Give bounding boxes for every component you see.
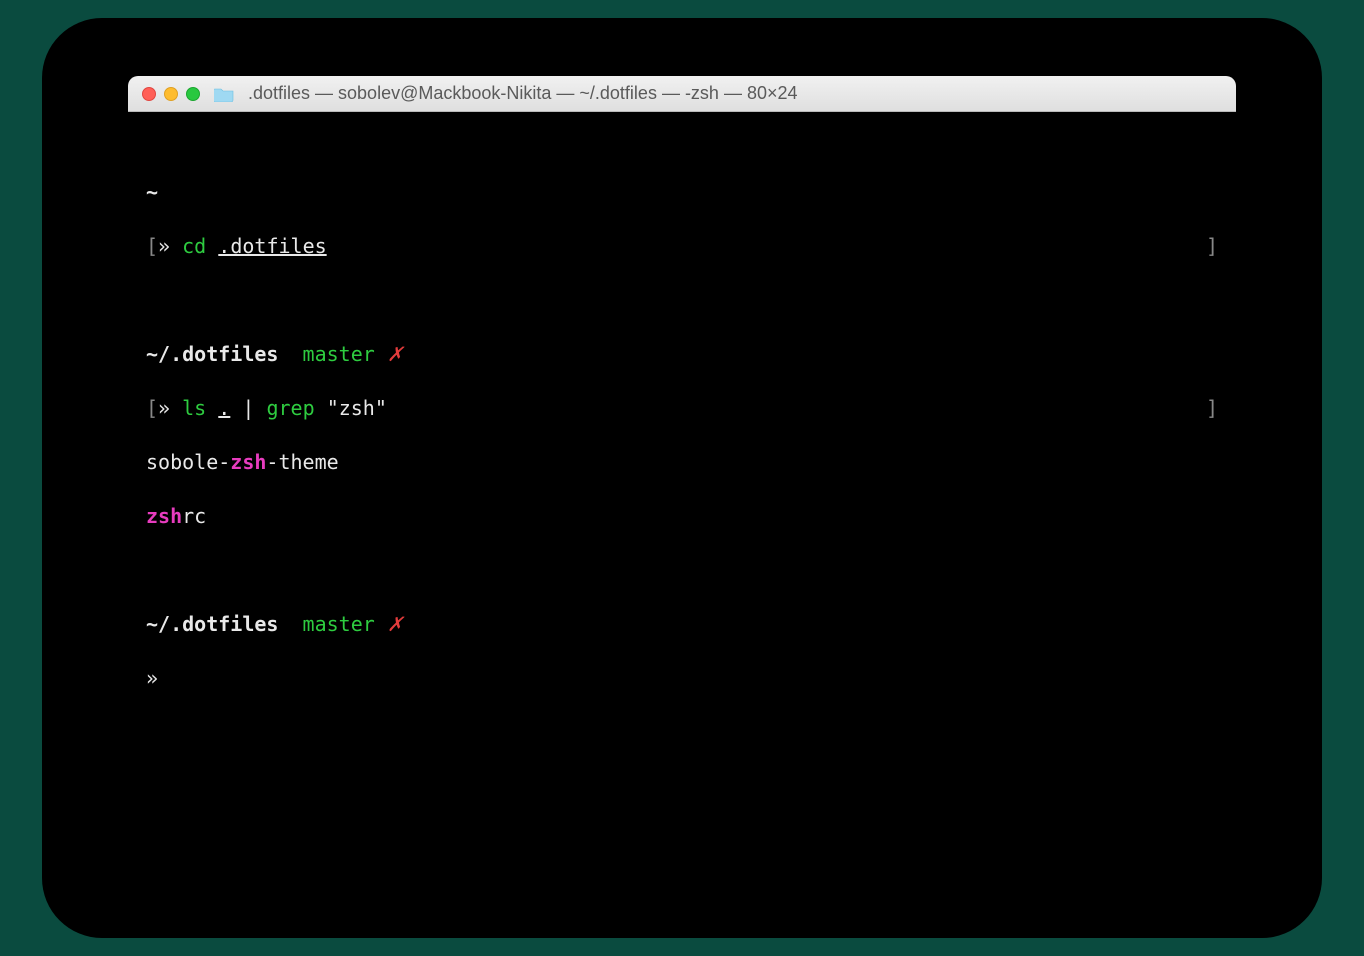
grep-match: zsh [146, 504, 182, 528]
window-title: .dotfiles — sobolev@Mackbook-Nikita — ~/… [248, 83, 798, 104]
prompt: » [158, 396, 170, 420]
cwd: ~/.dotfiles [146, 342, 278, 366]
titlebar[interactable]: .dotfiles — sobolev@Mackbook-Nikita — ~/… [128, 76, 1236, 112]
terminal-window: .dotfiles — sobolev@Mackbook-Nikita — ~/… [128, 76, 1236, 796]
cmd-arg-dotfiles: .dotfiles [218, 234, 326, 258]
prompt[interactable]: » [146, 666, 158, 690]
zoom-icon[interactable] [186, 87, 200, 101]
traffic-lights [142, 87, 200, 101]
left-bracket: [ [146, 234, 158, 258]
right-bracket: ] [1206, 233, 1218, 260]
output-line: sobole-zsh-theme [146, 449, 1218, 476]
prompt: » [158, 234, 170, 258]
outer-frame: .dotfiles — sobolev@Mackbook-Nikita — ~/… [42, 18, 1322, 938]
close-icon[interactable] [142, 87, 156, 101]
cmd-grep: grep [266, 396, 314, 420]
right-bracket: ] [1206, 395, 1218, 422]
left-bracket: [ [146, 396, 158, 420]
cmd-greparg: "zsh" [327, 396, 387, 420]
folder-icon [214, 86, 234, 102]
cmd-arg-dot: . [218, 396, 230, 420]
pipe: | [242, 396, 254, 420]
git-branch: master [303, 342, 375, 366]
git-dirty-icon: ✗ [387, 612, 404, 636]
git-branch: master [303, 612, 375, 636]
cmd-ls: ls [182, 396, 206, 420]
git-dirty-icon: ✗ [387, 342, 404, 366]
grep-match: zsh [230, 450, 266, 474]
cwd: ~/.dotfiles [146, 612, 278, 636]
terminal-body[interactable]: ~ [» cd .dotfiles] ~/.dotfiles master ✗ … [128, 112, 1236, 796]
minimize-icon[interactable] [164, 87, 178, 101]
output-line: zshrc [146, 503, 1218, 530]
cwd: ~ [146, 180, 158, 204]
cmd-cd: cd [182, 234, 206, 258]
